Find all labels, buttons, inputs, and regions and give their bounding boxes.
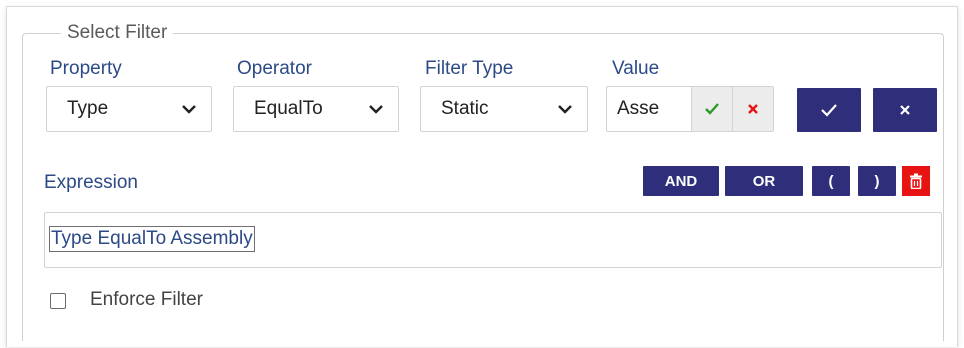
filter-type-selected-value: Static xyxy=(441,98,489,119)
clear-filter-button[interactable] xyxy=(873,88,937,132)
close-paren-button[interactable]: ) xyxy=(858,166,896,196)
close-icon xyxy=(748,104,758,114)
operator-label: Operator xyxy=(237,58,312,79)
open-paren-button[interactable]: ( xyxy=(812,166,850,196)
chevron-down-icon xyxy=(369,105,383,114)
filter-type-select[interactable]: Static xyxy=(420,86,588,132)
value-confirm-button[interactable] xyxy=(691,87,733,131)
delete-expression-button[interactable] xyxy=(902,166,930,196)
chevron-down-icon xyxy=(182,105,196,114)
operator-selected-value: EqualTo xyxy=(254,98,323,119)
trash-icon xyxy=(910,173,922,189)
value-input[interactable]: Asse xyxy=(607,87,691,131)
expression-field[interactable]: Type EqualTo Assembly xyxy=(44,212,942,268)
select-filter-legend: Select Filter xyxy=(67,22,168,43)
and-button[interactable]: AND xyxy=(643,166,719,196)
apply-filter-button[interactable] xyxy=(797,88,861,132)
expression-text: Type EqualTo Assembly xyxy=(49,226,255,252)
or-button[interactable]: OR xyxy=(725,166,803,196)
value-label: Value xyxy=(612,58,660,79)
value-cancel-button[interactable] xyxy=(732,87,773,131)
check-icon xyxy=(705,103,720,115)
property-select[interactable]: Type xyxy=(46,86,212,132)
property-selected-value: Type xyxy=(67,98,109,119)
operator-select[interactable]: EqualTo xyxy=(233,86,399,132)
value-input-group: Asse xyxy=(606,86,774,132)
filter-type-label: Filter Type xyxy=(425,58,514,79)
expression-label: Expression xyxy=(44,172,138,193)
close-icon xyxy=(900,105,910,115)
check-icon xyxy=(821,104,837,117)
enforce-filter-checkbox[interactable] xyxy=(50,293,66,309)
property-label: Property xyxy=(50,58,122,79)
chevron-down-icon xyxy=(558,105,572,114)
enforce-filter-label[interactable]: Enforce Filter xyxy=(90,289,203,311)
